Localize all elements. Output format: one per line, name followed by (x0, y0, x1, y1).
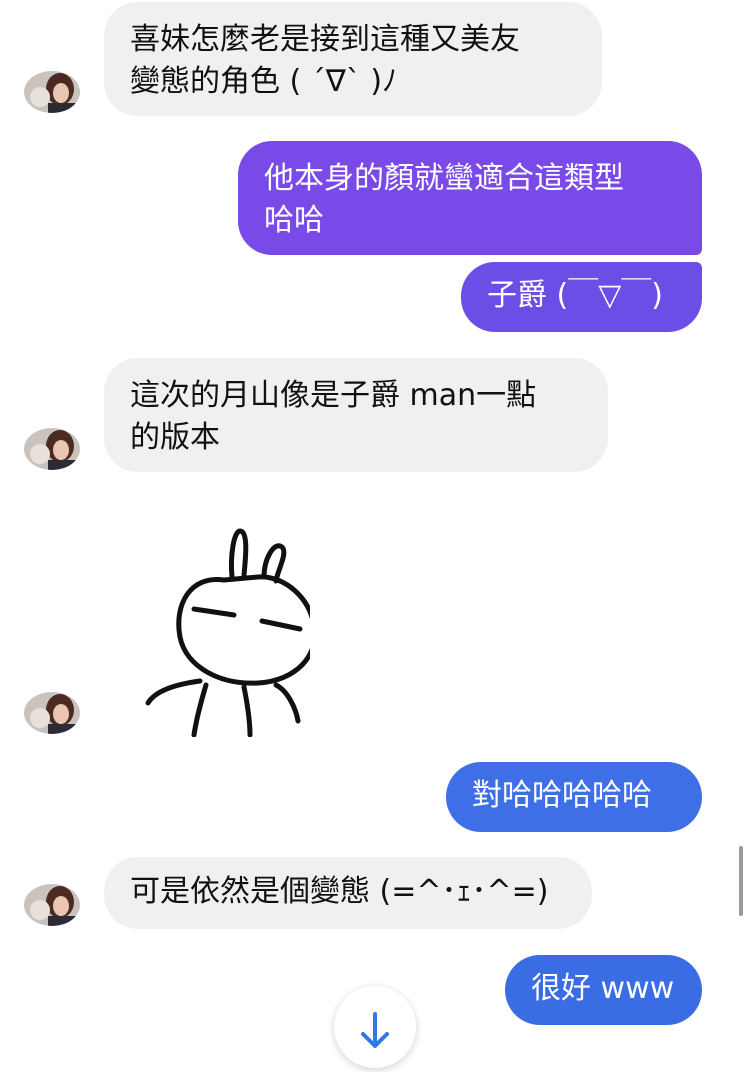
arrow-down-icon (361, 1012, 389, 1048)
avatar[interactable] (24, 884, 80, 926)
message-bubble-outgoing[interactable]: 子爵 (￣▽￣) (461, 262, 702, 332)
message-bubble-incoming[interactable]: 喜妹怎麼老是接到這種又美友 變態的角色 ( ´∇` )ﾉ (104, 2, 602, 116)
scroll-to-bottom-button[interactable] (334, 986, 416, 1068)
message-bubble-outgoing[interactable]: 很好 www (505, 955, 702, 1025)
message-bubble-incoming[interactable]: 可是依然是個變態 (=^･ｪ･^=) (104, 857, 592, 929)
avatar[interactable] (24, 428, 80, 470)
message-bubble-outgoing[interactable]: 他本身的顏就蠻適合這類型 哈哈 (238, 141, 702, 255)
rabbit-sticker[interactable] (140, 525, 318, 738)
avatar[interactable] (24, 692, 80, 734)
avatar[interactable] (24, 71, 80, 113)
scrollbar[interactable] (739, 846, 743, 916)
message-bubble-incoming[interactable]: 這次的月山像是子爵 man一點 的版本 (104, 358, 608, 472)
message-bubble-outgoing[interactable]: 對哈哈哈哈哈 (446, 762, 702, 832)
